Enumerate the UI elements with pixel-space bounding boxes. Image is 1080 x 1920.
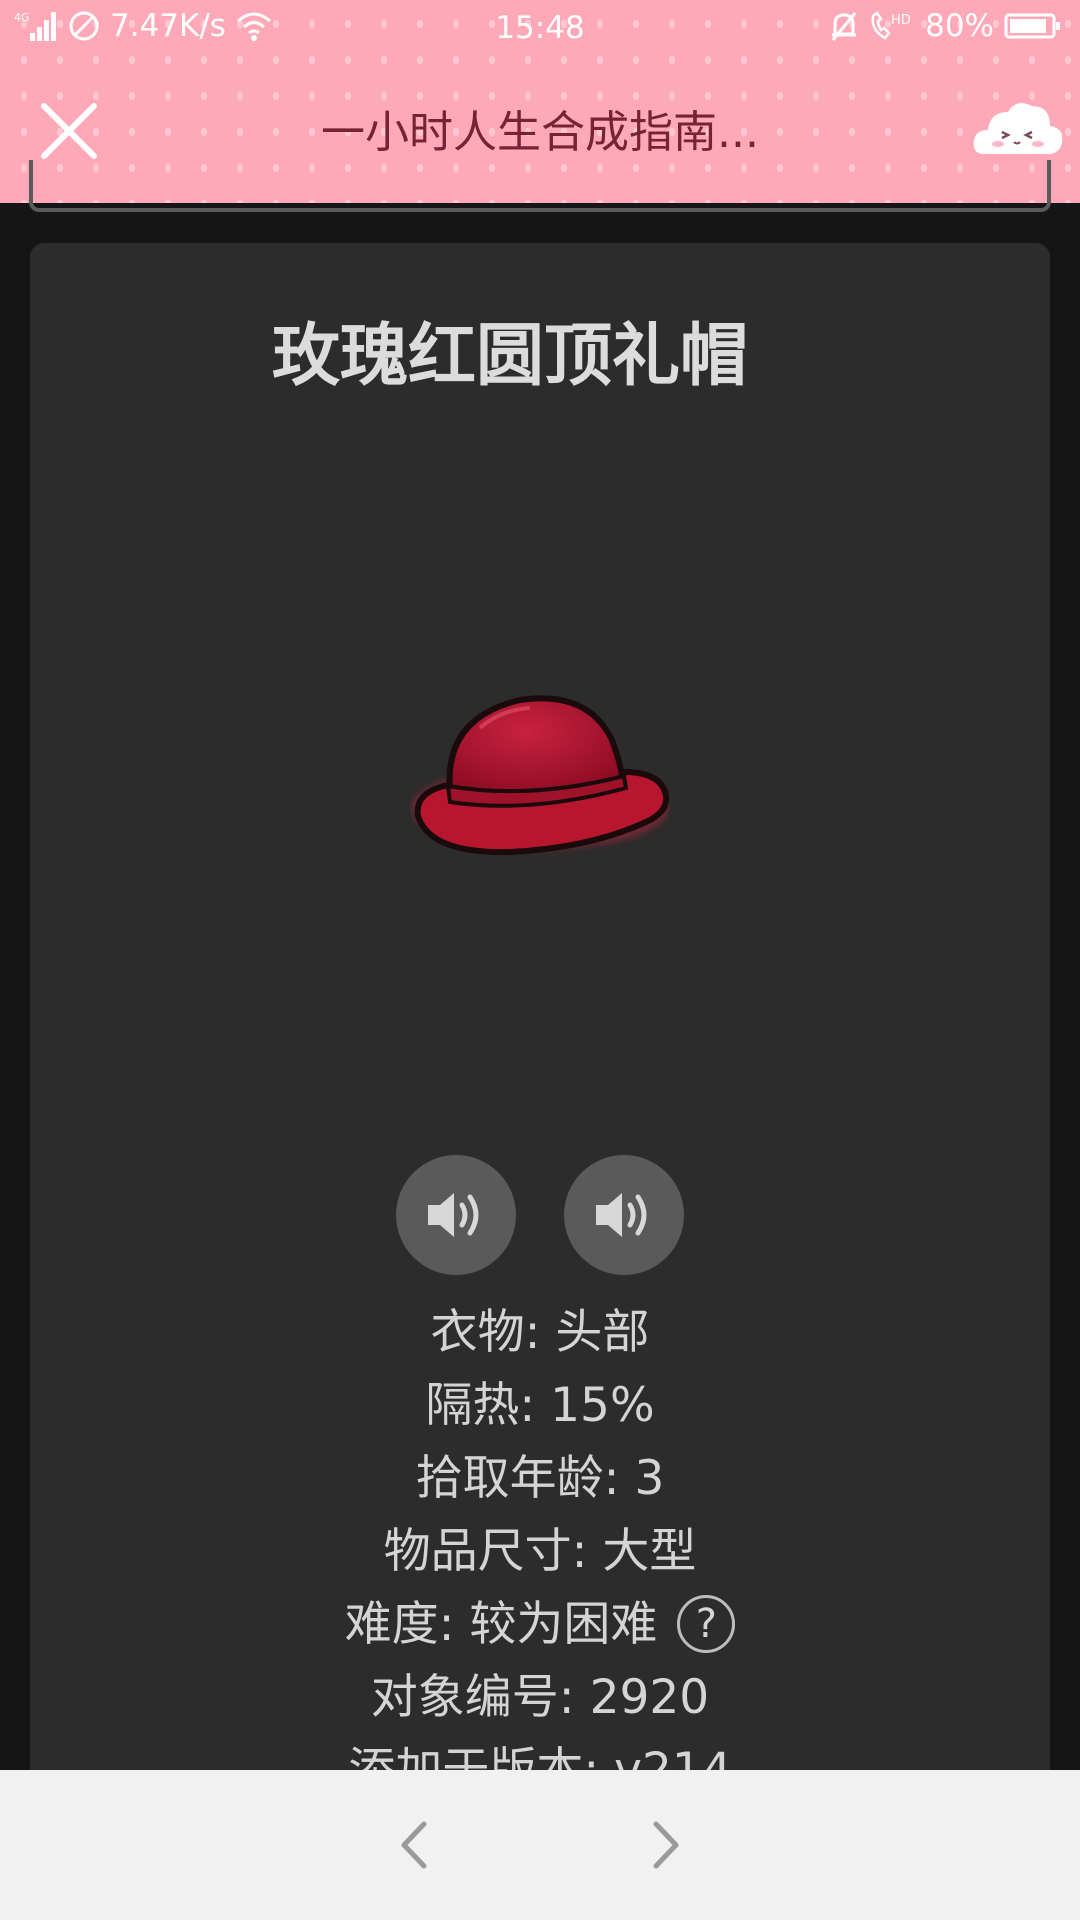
property-row: 衣物: 头部 xyxy=(430,1305,650,1360)
property-row: 难度: 较为困难? xyxy=(0,1588,1080,1661)
speaker-icon xyxy=(596,1193,647,1237)
play-sound-button-2[interactable] xyxy=(564,1155,684,1275)
item-image xyxy=(410,688,670,868)
help-icon[interactable]: ? xyxy=(677,1594,736,1653)
bottom-nav-bar xyxy=(0,1770,1080,1920)
close-button[interactable] xyxy=(36,98,102,164)
status-bar: 4G 7.47K/s 15:48 HD 80% xyxy=(0,0,1080,56)
red-bowler-hat-icon xyxy=(412,695,670,856)
property-row: 隔热: 15% xyxy=(425,1378,655,1433)
battery-percent: 80% xyxy=(925,8,994,44)
property-row: 对象编号: 2920 xyxy=(370,1670,710,1725)
cloud-mascot-icon[interactable] xyxy=(970,92,1066,162)
speaker-icon xyxy=(428,1193,479,1237)
item-title: 玫瑰红圆顶礼帽 xyxy=(271,317,748,396)
close-icon xyxy=(41,103,97,159)
page-title: 一小时人生合成指南... xyxy=(321,107,759,158)
property-row: 物品尺寸: 大型 xyxy=(383,1524,697,1579)
chevron-right-icon xyxy=(653,1821,679,1869)
chevron-left-icon xyxy=(401,1821,427,1869)
item-properties: 衣物: 头部 隔热: 15% 拾取年龄: 3 物品尺寸: 大型 难度: 较为困难… xyxy=(0,1296,1080,1807)
previous-card-edge xyxy=(29,160,1051,212)
forward-button[interactable] xyxy=(640,1820,690,1870)
battery-icon xyxy=(1004,12,1062,40)
bell-muted-icon xyxy=(829,10,859,42)
svg-text:HD: HD xyxy=(891,13,911,28)
hd-call-icon: HD xyxy=(869,10,915,42)
property-row: 拾取年龄: 3 xyxy=(415,1451,665,1506)
play-sound-button[interactable] xyxy=(396,1155,516,1275)
back-button[interactable] xyxy=(390,1820,440,1870)
